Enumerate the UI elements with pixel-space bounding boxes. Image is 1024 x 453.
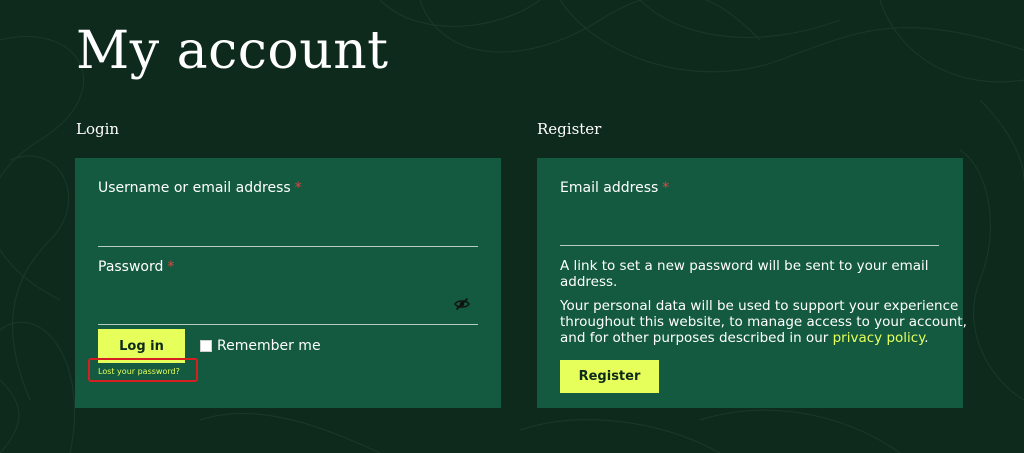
required-marker: *: [662, 180, 670, 196]
password-input[interactable]: [98, 296, 448, 320]
username-input[interactable]: [98, 218, 478, 242]
remember-label: Remember me: [217, 338, 321, 354]
lost-password-link[interactable]: Lost your password?: [98, 367, 180, 376]
password-underline: [98, 324, 478, 325]
password-label: Password *: [98, 259, 175, 275]
username-label: Username or email address *: [98, 180, 302, 196]
privacy-policy-link[interactable]: privacy policy: [833, 330, 925, 346]
required-marker: *: [294, 180, 302, 196]
required-marker: *: [167, 259, 175, 275]
password-info-text: A link to set a new password will be sen…: [560, 258, 929, 290]
register-heading: Register: [537, 120, 602, 138]
register-button[interactable]: Register: [560, 360, 659, 393]
username-underline: [98, 246, 478, 247]
email-underline: [560, 245, 939, 246]
email-input[interactable]: [560, 218, 939, 242]
privacy-text: Your personal data will be used to suppo…: [560, 298, 967, 346]
login-heading: Login: [76, 120, 120, 138]
email-label: Email address *: [560, 180, 670, 196]
remember-checkbox[interactable]: [200, 340, 212, 352]
remember-me[interactable]: Remember me: [200, 338, 321, 354]
page-title: My account: [76, 21, 389, 81]
eye-slash-icon[interactable]: [454, 297, 470, 311]
